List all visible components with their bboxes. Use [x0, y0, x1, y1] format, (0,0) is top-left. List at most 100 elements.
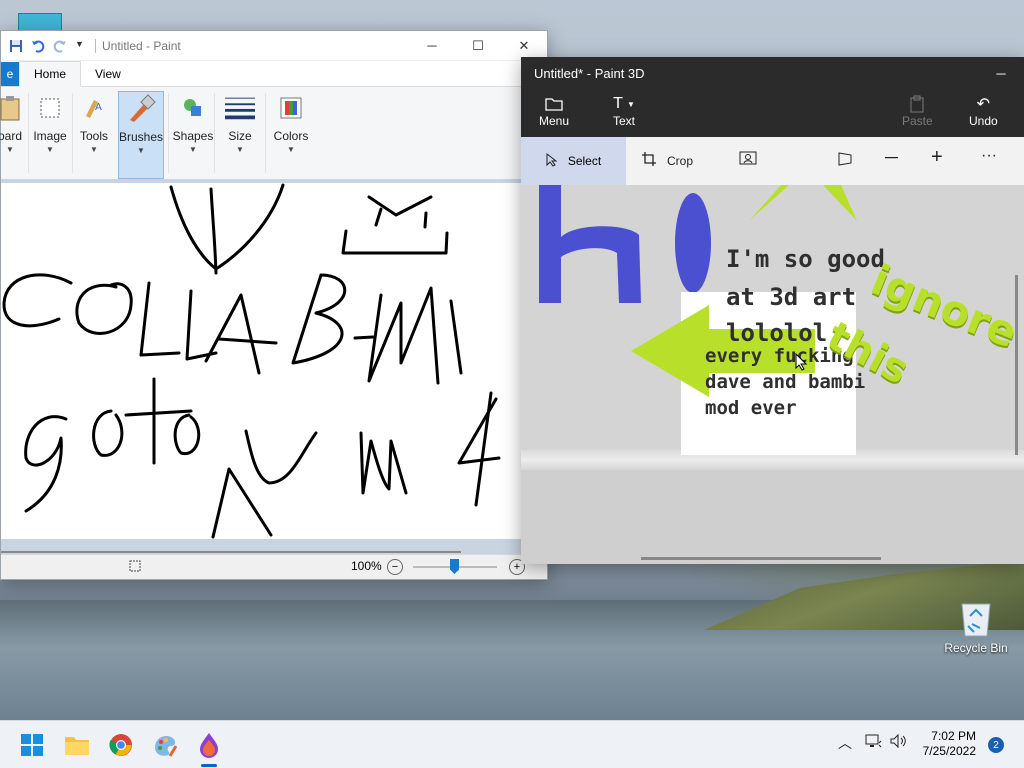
recycle-bin-label: Recycle Bin	[944, 641, 1008, 655]
chrome-icon	[109, 734, 132, 756]
minimize-button[interactable]: ─	[978, 66, 1024, 81]
tab-view[interactable]: View	[81, 62, 135, 86]
show-hidden-icons-chevron-up-icon[interactable]: ︿	[838, 733, 852, 753]
vertical-scrollbar[interactable]	[1015, 275, 1018, 455]
taskbar: ︿ 7:02 PM 7/25/2022 2	[0, 720, 1024, 768]
paint-window: ▼ Untitled - Paint ─ ☐ ✕ e Home View ︿ o…	[0, 30, 548, 580]
customize-dropdown-icon[interactable]: ▼	[75, 39, 89, 53]
paint3d-window-title: Untitled* - Paint 3D	[534, 66, 645, 81]
ribbon-separator	[214, 93, 215, 173]
chevron-down-icon: ▼	[90, 145, 98, 154]
brushes-label: Brushes	[118, 130, 164, 144]
crop-button[interactable]: Crop	[641, 151, 693, 170]
paint3d-button[interactable]	[194, 730, 224, 760]
scene-text-line6: mod ever	[705, 397, 797, 419]
maximize-button[interactable]: ☐	[455, 31, 501, 60]
flag-icon	[837, 151, 853, 170]
zoom-in-button[interactable]: +	[931, 146, 943, 169]
ribbon-separator	[265, 93, 266, 173]
chevron-down-icon: ▼	[46, 145, 54, 154]
clock-time: 7:02 PM	[931, 729, 976, 743]
paint3d-window: Untitled* - Paint 3D ─ Menu T ▼ Text Pas…	[521, 57, 1024, 564]
horizontal-scrollbar[interactable]	[1, 551, 461, 553]
svg-text:A: A	[95, 102, 102, 113]
shapes-icon	[178, 93, 208, 123]
network-icon[interactable]	[864, 733, 882, 752]
clipboard-label: oard	[0, 129, 23, 143]
chevron-down-icon: ▼	[189, 145, 197, 154]
image-label: Image	[33, 129, 67, 143]
select-label: Select	[567, 154, 602, 168]
ribbon-separator	[72, 93, 73, 173]
crop-label: Crop	[667, 153, 694, 168]
chevron-down-icon: ▼	[137, 146, 145, 155]
menu-button[interactable]: Menu	[539, 94, 569, 128]
tools-icon: A	[79, 93, 109, 123]
text-icon: T ▼	[613, 95, 635, 112]
ribbon-image[interactable]: Image ▼	[31, 91, 69, 177]
paint-canvas[interactable]	[1, 183, 521, 539]
select-button[interactable]: Select	[521, 137, 626, 185]
ribbon-brushes[interactable]: Brushes ▼	[118, 91, 164, 179]
windows-icon	[21, 734, 43, 756]
ribbon-clipboard[interactable]: oard ▼	[0, 91, 27, 177]
recycle-bin[interactable]: Recycle Bin	[944, 598, 1008, 655]
clock-date: 7/25/2022	[922, 744, 976, 758]
redo-icon[interactable]	[53, 39, 67, 53]
title-separator	[95, 38, 96, 53]
tab-home[interactable]: Home	[19, 61, 82, 87]
brush-icon	[126, 94, 156, 124]
start-button[interactable]	[17, 730, 47, 760]
undo-icon: ↶	[976, 96, 991, 113]
zoom-out-button[interactable]: −	[387, 559, 403, 575]
ribbon-tools[interactable]: A Tools ▼	[75, 91, 113, 177]
paint-window-controls: ─ ☐ ✕	[409, 31, 547, 60]
magic-select-button[interactable]	[739, 151, 757, 168]
canvas-size-icon	[129, 560, 141, 575]
paint3d-icon	[200, 733, 218, 758]
notification-badge[interactable]: 2	[988, 737, 1004, 753]
file-tab[interactable]: e	[1, 62, 19, 86]
ribbon-size[interactable]: Size ▼	[220, 91, 260, 177]
zoom-slider-thumb[interactable]	[450, 559, 459, 574]
text-label: Text	[613, 114, 636, 128]
text-button[interactable]: T ▼ Text	[613, 94, 635, 128]
paste-label: Paste	[902, 114, 933, 128]
zoom-level: 100%	[351, 559, 382, 573]
chevron-down-icon: ▼	[236, 145, 244, 154]
lime-shapes-top	[749, 185, 857, 221]
undo-label: Undo	[969, 114, 998, 128]
paint3d-canvas[interactable]: hi I'm so good at 3d art lololol every f…	[521, 185, 1024, 564]
shapes-label: Shapes	[172, 129, 214, 143]
save-icon[interactable]	[9, 39, 23, 53]
ribbon-separator	[168, 93, 169, 173]
horizontal-scrollbar[interactable]	[641, 557, 881, 560]
size-icon	[225, 93, 255, 123]
crop-icon	[641, 151, 657, 170]
undo-icon[interactable]	[31, 39, 45, 53]
scene-text-line2: at 3d art	[726, 283, 857, 311]
close-button[interactable]: ✕	[501, 31, 547, 60]
freehand-drawing	[2, 183, 501, 539]
more-options-icon[interactable]: ···	[981, 147, 997, 165]
paint-button[interactable]	[150, 730, 180, 760]
clipboard-icon	[0, 93, 25, 123]
ribbon-colors[interactable]: Colors ▼	[270, 91, 312, 177]
paint3d-command-bar: Select Crop ─ + ···	[521, 137, 1024, 185]
paste-button[interactable]: Paste	[902, 94, 933, 128]
zoom-out-button[interactable]: ─	[885, 147, 898, 168]
folder-icon	[65, 737, 89, 755]
mouse-cursor-icon	[795, 352, 808, 374]
paint-canvas-area	[1, 179, 547, 557]
colors-label: Colors	[273, 129, 309, 143]
minimize-button[interactable]: ─	[409, 31, 455, 60]
scene-text-line1: I'm so good	[726, 245, 885, 273]
undo-button[interactable]: ↶ Undo	[969, 94, 998, 128]
ribbon-shapes[interactable]: Shapes ▼	[173, 91, 213, 177]
chrome-button[interactable]	[106, 730, 136, 760]
volume-icon[interactable]	[889, 733, 907, 752]
system-clock[interactable]: 7:02 PM 7/25/2022	[918, 729, 976, 759]
view-3d-button[interactable]	[837, 151, 853, 170]
paint-window-title: Untitled - Paint	[102, 38, 181, 53]
file-explorer-button[interactable]	[62, 730, 92, 760]
